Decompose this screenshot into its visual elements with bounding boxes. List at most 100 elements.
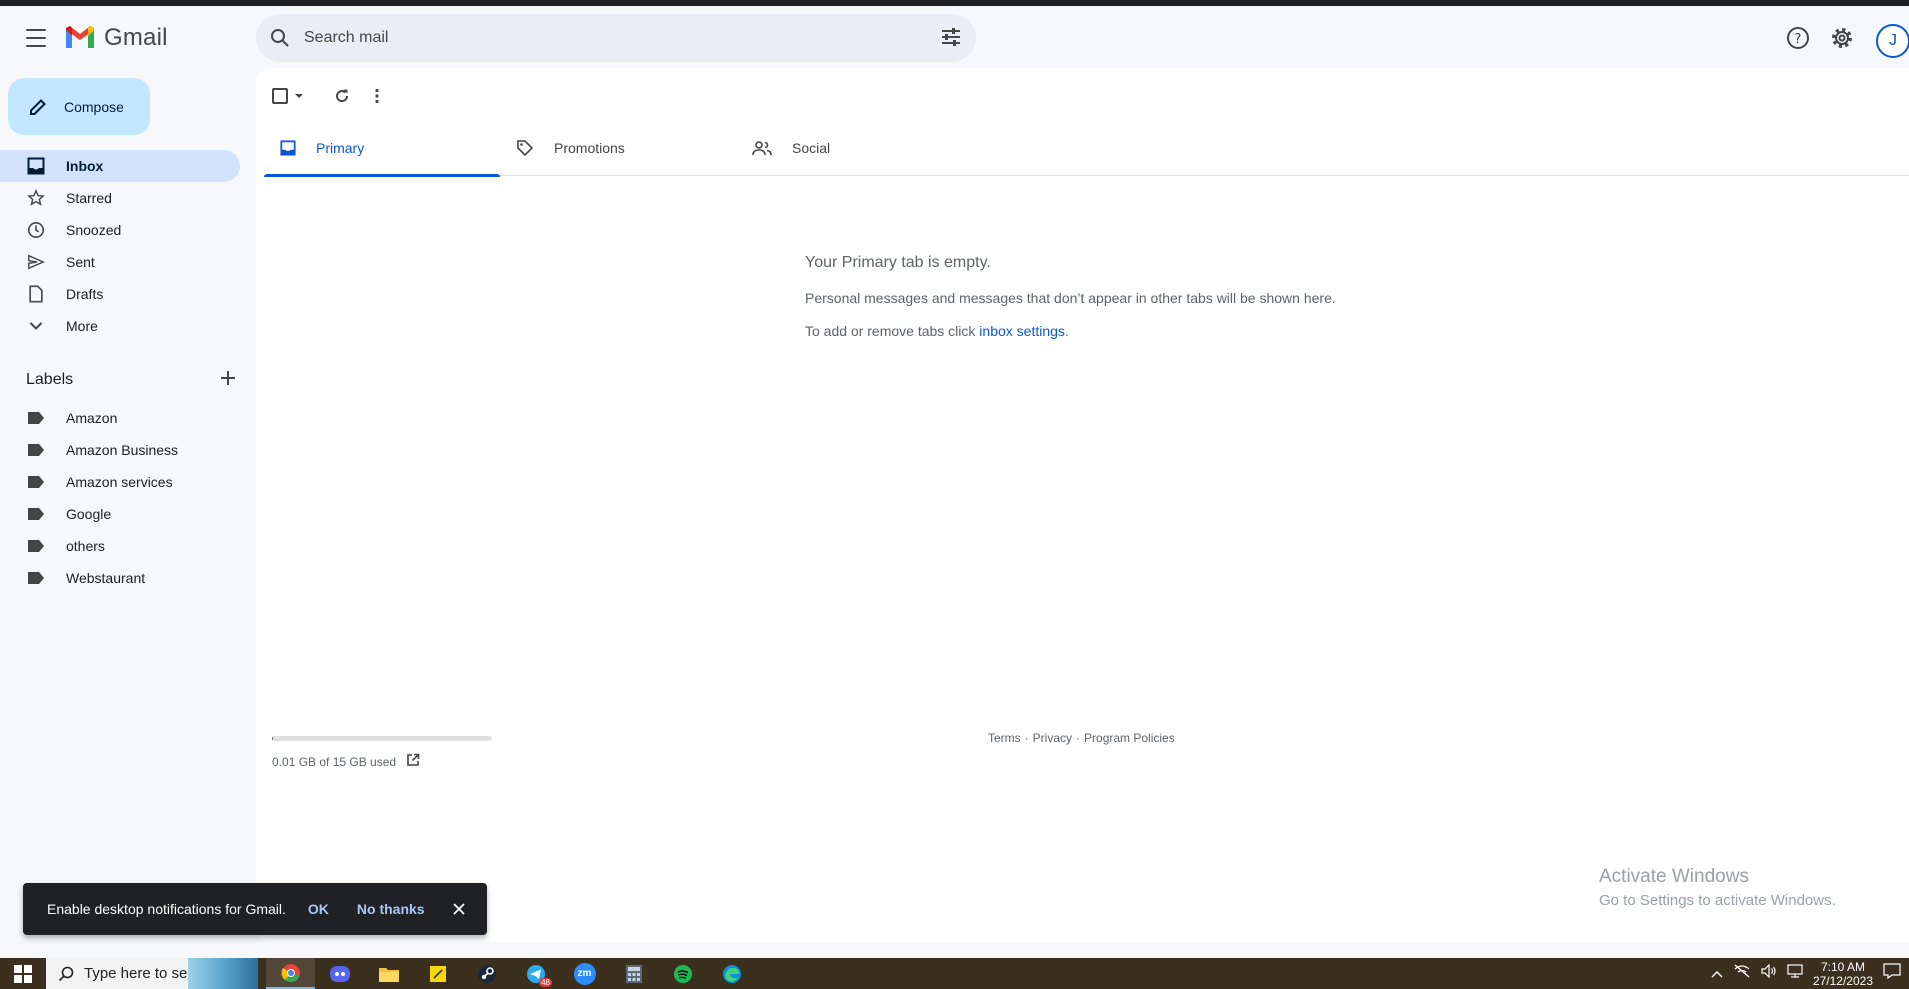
label-icon — [26, 475, 46, 489]
main-panel: Primary Promotions Social Your Primary t… — [256, 68, 1909, 942]
calculator-icon[interactable] — [609, 958, 658, 989]
privacy-link[interactable]: Privacy — [1033, 731, 1072, 745]
inbox-settings-link[interactable]: inbox settings — [979, 323, 1065, 339]
storage-indicator: 0.01 GB of 15 GB used — [272, 736, 492, 770]
tag-icon — [517, 140, 534, 157]
tab-promotions[interactable]: Promotions — [500, 120, 736, 176]
label-icon — [26, 507, 46, 521]
gmail-logo[interactable]: Gmail — [64, 24, 168, 52]
program-policies-link[interactable]: Program Policies — [1084, 731, 1175, 745]
checkbox-icon — [272, 88, 288, 104]
svg-text:?: ? — [1795, 32, 1802, 47]
select-all-checkbox[interactable] — [272, 88, 306, 104]
help-icon[interactable]: ? — [1786, 26, 1810, 50]
label-name: Amazon — [66, 410, 118, 426]
refresh-button[interactable] — [334, 88, 350, 104]
discord-icon[interactable] — [315, 958, 364, 989]
sidebar-item-inbox[interactable]: Inbox — [0, 150, 240, 182]
zoom-icon[interactable]: zm — [560, 958, 609, 989]
compose-button[interactable]: Compose — [8, 78, 150, 135]
open-in-new-icon[interactable] — [406, 753, 420, 770]
search-icon[interactable] — [256, 14, 304, 62]
notification-snackbar: Enable desktop notifications for Gmail. … — [23, 883, 487, 935]
search-input[interactable] — [304, 29, 904, 47]
close-icon[interactable] — [452, 903, 465, 915]
label-item-webstaurant[interactable]: Webstaurant — [0, 562, 240, 594]
star-icon — [26, 189, 46, 207]
label-icon — [26, 443, 46, 457]
sidebar-item-label: Inbox — [66, 158, 104, 174]
label-name: Webstaurant — [66, 570, 146, 586]
notification-no-thanks-button[interactable]: No thanks — [357, 901, 425, 917]
sidebar-item-sent[interactable]: Sent — [0, 246, 240, 278]
gear-icon[interactable] — [1830, 26, 1854, 50]
empty-state: Your Primary tab is empty. Personal mess… — [805, 254, 1336, 356]
taskbar-apps: 48 zm — [266, 958, 756, 989]
label-item-amazon-services[interactable]: Amazon services — [0, 466, 240, 498]
add-label-icon[interactable] — [220, 370, 236, 391]
chevron-down-icon — [26, 321, 46, 331]
steam-icon[interactable] — [462, 958, 511, 989]
taskbar-search[interactable]: Type here to search — [46, 958, 258, 989]
display-icon[interactable] — [1787, 964, 1803, 983]
tab-label: Promotions — [554, 140, 625, 156]
send-icon — [26, 253, 46, 271]
storage-bar-fill — [272, 736, 274, 741]
people-icon — [752, 141, 772, 156]
caret-down-icon — [295, 94, 303, 98]
pencil-icon — [30, 98, 46, 115]
spotify-icon[interactable] — [658, 958, 707, 989]
system-tray: 7:10 AM 27/12/2023 — [1711, 958, 1909, 989]
empty-hint-text: To add or remove tabs click — [805, 323, 980, 339]
notification-ok-button[interactable]: OK — [308, 901, 329, 917]
telegram-icon[interactable]: 48 — [511, 958, 560, 989]
label-name: Amazon services — [66, 474, 173, 490]
windows-start-icon[interactable] — [0, 958, 46, 989]
label-item-amazon-business[interactable]: Amazon Business — [0, 434, 240, 466]
empty-hint-period: . — [1064, 323, 1069, 339]
footer-links: Terms · Privacy · Program Policies — [988, 731, 1175, 745]
network-offline-icon[interactable] — [1733, 964, 1751, 983]
inbox-icon — [280, 140, 296, 156]
chrome-icon[interactable] — [266, 958, 315, 989]
gmail-m-icon — [66, 26, 94, 48]
chevron-up-icon[interactable] — [1711, 965, 1723, 983]
sticky-notes-icon[interactable] — [413, 958, 462, 989]
storage-bar — [272, 736, 492, 741]
notification-center-icon[interactable] — [1883, 963, 1901, 984]
sidebar-nav: Inbox Starred Snoozed Sent Drafts More — [0, 150, 256, 342]
volume-icon[interactable] — [1761, 963, 1777, 983]
clock-date: 27/12/2023 — [1812, 973, 1873, 988]
empty-title: Your Primary tab is empty. — [805, 254, 991, 271]
tab-primary[interactable]: Primary — [264, 120, 500, 177]
terms-link[interactable]: Terms — [988, 731, 1021, 745]
avatar[interactable]: J — [1876, 24, 1909, 58]
tab-label: Social — [792, 140, 831, 156]
more-options-button[interactable] — [374, 88, 380, 104]
label-item-amazon[interactable]: Amazon — [0, 402, 240, 434]
main-menu-button[interactable] — [20, 26, 52, 50]
empty-hint: To add or remove tabs click inbox settin… — [805, 323, 1336, 339]
label-icon — [26, 411, 46, 425]
labels-title: Labels — [26, 371, 74, 388]
windows-taskbar: Type here to search 48 zm 7:10 AM 27/12/… — [0, 958, 1909, 989]
compose-label: Compose — [64, 98, 124, 115]
search-bar — [256, 14, 976, 62]
sidebar-item-drafts[interactable]: Drafts — [0, 278, 240, 310]
search-options-icon[interactable] — [940, 26, 962, 53]
sidebar-item-label: Sent — [66, 254, 95, 270]
edge-icon[interactable] — [707, 958, 756, 989]
label-name: others — [66, 538, 105, 554]
sidebar-item-label: Drafts — [66, 286, 104, 302]
sidebar-item-snoozed[interactable]: Snoozed — [0, 214, 240, 246]
sidebar-item-starred[interactable]: Starred — [0, 182, 240, 214]
tab-social[interactable]: Social — [736, 120, 972, 176]
sidebar-item-label: Snoozed — [66, 222, 122, 238]
label-item-google[interactable]: Google — [0, 498, 240, 530]
taskbar-clock[interactable]: 7:10 AM 27/12/2023 — [1813, 960, 1873, 988]
label-item-others[interactable]: others — [0, 530, 240, 562]
file-explorer-icon[interactable] — [364, 958, 413, 989]
zoom-label: zm — [573, 962, 596, 985]
footer-separator: · — [1076, 731, 1081, 745]
sidebar-item-more[interactable]: More — [0, 310, 240, 342]
